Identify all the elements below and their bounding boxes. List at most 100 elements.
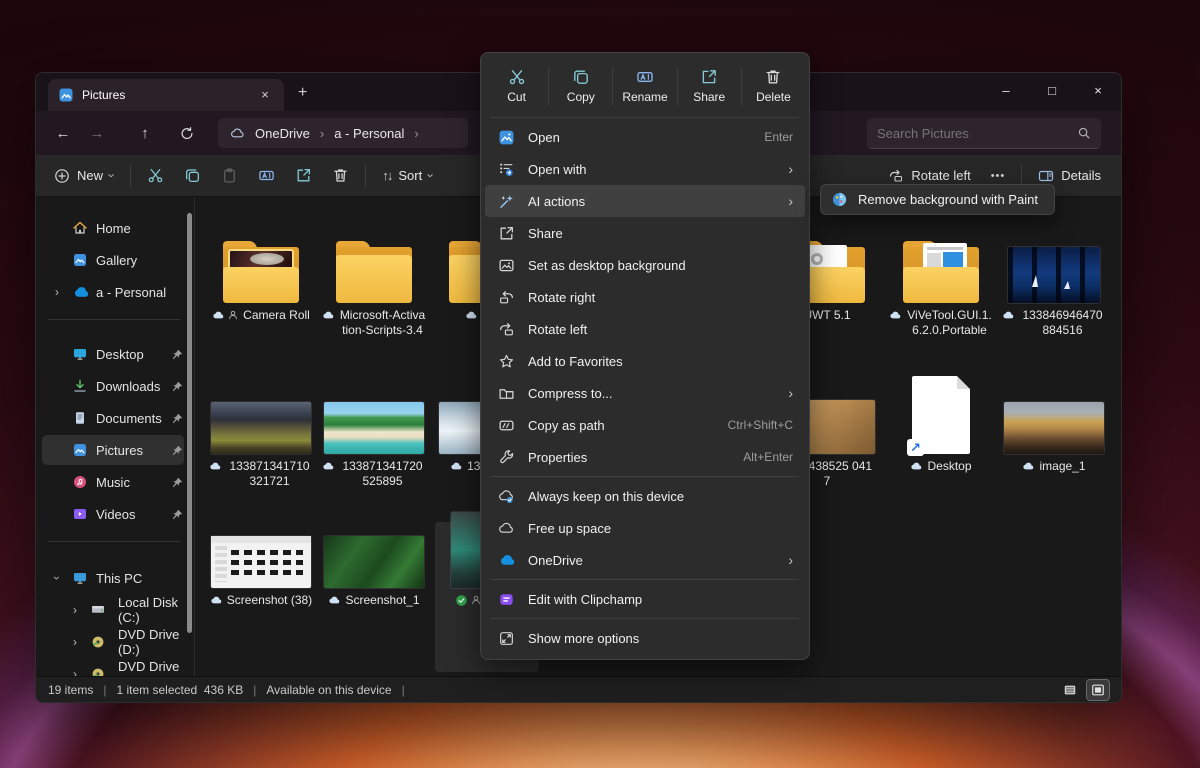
file-item-133871341710[interactable]: 133871341710 321721 xyxy=(209,400,313,489)
sidebar-item-pictures[interactable]: Pictures xyxy=(42,435,184,465)
menu-item-compress-to[interactable]: Compress to... › xyxy=(485,377,805,409)
breadcrumb-root[interactable]: OneDrive xyxy=(255,126,310,141)
file-item-desktop-file[interactable]: ↗ Desktop xyxy=(889,369,993,474)
expand-chevron-icon[interactable]: › xyxy=(68,603,82,617)
rename-quick-action[interactable]: Rename xyxy=(613,59,676,113)
sidebar-item-gallery[interactable]: Gallery xyxy=(42,245,184,275)
folder-icon xyxy=(223,241,299,303)
sidebar-item-videos[interactable]: Videos xyxy=(42,499,184,529)
shortcut-arrow-icon: ↗ xyxy=(907,439,924,456)
copy-quick-action[interactable]: Copy xyxy=(549,59,612,113)
minimize-button[interactable]: – xyxy=(983,73,1029,107)
cut-button[interactable] xyxy=(137,160,174,192)
refresh-icon[interactable] xyxy=(170,126,204,141)
paint-app-icon xyxy=(831,191,848,208)
menu-item-rotate-left[interactable]: Rotate left xyxy=(485,313,805,345)
sidebar-item-music[interactable]: Music xyxy=(42,467,184,497)
menu-item-copy-as-path[interactable]: Copy as path Ctrl+Shift+C xyxy=(485,409,805,441)
tab-close-icon[interactable]: × xyxy=(256,86,274,104)
menu-item-rotate-right[interactable]: Rotate right xyxy=(485,281,805,313)
pictures-tab-icon xyxy=(58,87,74,103)
copy-button[interactable] xyxy=(174,160,211,192)
maximize-button[interactable]: □ xyxy=(1029,73,1075,107)
onedrive-status-icon xyxy=(1002,309,1015,322)
menu-item-properties[interactable]: Properties Alt+Enter xyxy=(485,441,805,473)
expand-chevron-icon[interactable]: › xyxy=(68,635,82,649)
collapse-chevron-icon[interactable]: › xyxy=(50,571,64,585)
onedrive-status-icon xyxy=(889,309,902,322)
menu-item-onedrive[interactable]: OneDrive › xyxy=(485,544,805,576)
menu-item-ai-actions[interactable]: AI actions › xyxy=(485,185,805,217)
file-item-camera-roll[interactable]: Camera Roll xyxy=(209,219,313,323)
file-item-133871341720[interactable]: 133871341720 525895 xyxy=(322,400,426,489)
chevron-down-icon: › xyxy=(424,173,439,177)
sidebar-item-documents[interactable]: Documents xyxy=(42,403,184,433)
desktop-background-icon xyxy=(498,257,515,274)
dvd-drive-icon xyxy=(90,634,106,650)
expand-chevron-icon[interactable]: › xyxy=(50,285,64,299)
cloud-check-icon xyxy=(498,488,515,505)
delete-quick-action[interactable]: Delete xyxy=(742,59,805,113)
menu-item-open[interactable]: Open Enter xyxy=(485,121,805,153)
file-item-screenshot-1[interactable]: Screenshot_1 xyxy=(322,536,426,608)
delete-button[interactable] xyxy=(322,160,359,192)
details-view-toggle[interactable] xyxy=(1059,680,1081,700)
share-quick-action[interactable]: Share xyxy=(678,59,741,113)
image-thumbnail xyxy=(324,536,424,588)
new-tab-button[interactable]: + xyxy=(298,85,307,101)
file-item-mas[interactable]: Microsoft-Activation-Scripts-3.4 xyxy=(322,219,426,338)
submenu-chevron-icon: › xyxy=(788,552,793,568)
large-icons-view-toggle[interactable] xyxy=(1087,680,1109,700)
sidebar-item-onedrive-personal[interactable]: › a - Personal xyxy=(42,277,184,307)
image-thumbnail xyxy=(1008,247,1100,303)
menu-item-add-to-favorites[interactable]: Add to Favorites xyxy=(485,345,805,377)
sidebar-item-dvd-drive-d[interactable]: › DVD Drive (D:) xyxy=(42,627,184,657)
paste-button[interactable] xyxy=(211,160,248,192)
pin-icon xyxy=(171,476,184,489)
sidebar-divider xyxy=(48,319,180,320)
pane-divider[interactable] xyxy=(194,197,195,676)
up-button[interactable]: ↑ xyxy=(128,125,162,142)
sort-button[interactable]: ↑↓ Sort › xyxy=(372,160,443,192)
breadcrumb-folder[interactable]: a - Personal xyxy=(334,126,404,141)
breadcrumb[interactable]: OneDrive › a - Personal › xyxy=(218,118,468,148)
sidebar-scrollbar[interactable] xyxy=(187,213,192,633)
forward-button[interactable]: → xyxy=(80,125,114,142)
trash-icon xyxy=(764,68,782,86)
search-input[interactable] xyxy=(877,126,1077,141)
search-box[interactable] xyxy=(867,118,1101,149)
desktop-wallpaper: Pictures × + – □ × ← → ↑ OneDri xyxy=(0,0,1200,768)
menu-item-open-with[interactable]: Open with › xyxy=(485,153,805,185)
tab-pictures[interactable]: Pictures × xyxy=(48,79,284,111)
menu-item-edit-with-clipchamp[interactable]: Edit with Clipchamp xyxy=(485,583,805,615)
menu-item-free-up-space[interactable]: Free up space xyxy=(485,512,805,544)
sidebar-item-desktop[interactable]: Desktop xyxy=(42,339,184,369)
close-button[interactable]: × xyxy=(1075,73,1121,107)
rename-button[interactable] xyxy=(248,160,285,192)
file-item-screenshot-38[interactable]: Screenshot (38) xyxy=(209,536,313,608)
show-more-icon xyxy=(498,630,515,647)
sidebar-item-home[interactable]: Home xyxy=(42,213,184,243)
sidebar-item-this-pc[interactable]: › This PC xyxy=(42,563,184,593)
share-button[interactable] xyxy=(285,160,322,192)
back-button[interactable]: ← xyxy=(46,125,80,142)
file-item-vivetool[interactable]: ViVeTool.GUI.1.6.2.0.Portable xyxy=(889,219,993,338)
image-thumbnail xyxy=(211,536,311,588)
photos-app-icon xyxy=(498,129,515,146)
new-button[interactable]: New › xyxy=(44,160,124,192)
availability-status: Available on this device xyxy=(266,683,391,697)
file-item-image1[interactable]: image_1 xyxy=(1002,400,1106,474)
ai-actions-flyout: Remove background with Paint xyxy=(820,184,1055,215)
menu-item-set-as-desktop-background[interactable]: Set as desktop background xyxy=(485,249,805,281)
rotate-left-icon xyxy=(498,321,515,338)
sidebar-item-local-disk-c[interactable]: › Local Disk (C:) xyxy=(42,595,184,625)
menu-item-always-keep-on-device[interactable]: Always keep on this device xyxy=(485,480,805,512)
cut-quick-action[interactable]: Cut xyxy=(485,59,548,113)
file-item-night-palms[interactable]: 133846946470 884516 xyxy=(1002,219,1106,338)
cut-icon xyxy=(508,68,526,86)
sidebar-item-downloads[interactable]: Downloads xyxy=(42,371,184,401)
pictures-icon xyxy=(72,442,88,458)
menu-item-show-more-options[interactable]: Show more options xyxy=(485,622,805,654)
menu-item-share[interactable]: Share xyxy=(485,217,805,249)
flyout-label[interactable]: Remove background with Paint xyxy=(858,192,1038,207)
